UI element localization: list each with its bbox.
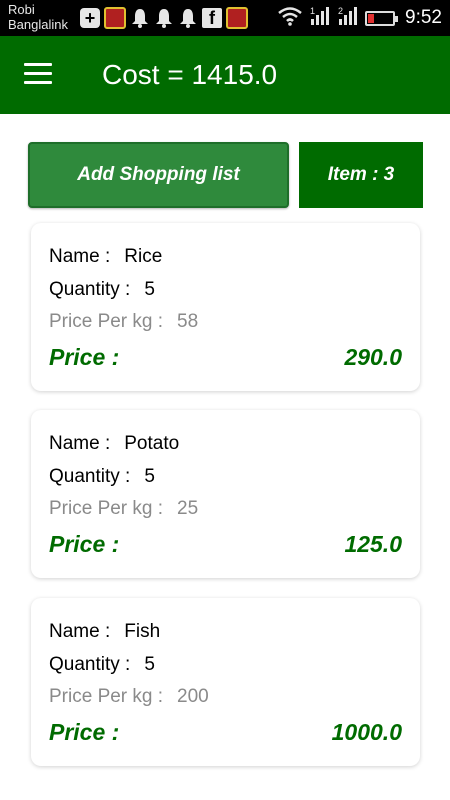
quantity-label: Quantity : xyxy=(49,466,131,487)
item-count-badge: Item : 3 xyxy=(299,142,423,208)
item-quantity: 5 xyxy=(144,279,155,300)
signal-icon: 1 xyxy=(309,5,331,32)
bell-icon xyxy=(154,7,174,29)
signal-icon: 2 xyxy=(337,5,359,32)
name-label: Name : xyxy=(49,621,111,642)
quantity-label: Quantity : xyxy=(49,279,131,300)
app-notification-icon xyxy=(226,7,248,29)
bell-icon xyxy=(130,7,150,29)
signal-2-label: 2 xyxy=(338,6,343,16)
page-title: Cost = 1415.0 xyxy=(102,59,278,90)
quantity-label: Quantity : xyxy=(49,654,131,675)
add-shopping-list-button[interactable]: Add Shopping list xyxy=(28,142,289,208)
menu-button[interactable] xyxy=(24,63,52,85)
price-per-kg-label: Price Per kg : xyxy=(49,311,164,332)
battery-icon xyxy=(365,10,399,26)
price-per-kg-label: Price Per kg : xyxy=(49,686,164,707)
status-bar: Robi Banglalink + f 1 2 9:52 xyxy=(0,0,450,36)
item-price: 1000.0 xyxy=(331,719,402,745)
system-status-icons: 1 2 9:52 xyxy=(277,4,442,32)
app-notification-icon xyxy=(104,7,126,29)
price-label: Price : xyxy=(49,719,120,745)
notification-icons: + f xyxy=(80,6,248,30)
carrier-label: Robi Banglalink xyxy=(8,2,68,32)
list-item[interactable]: Name : Fish Quantity : 5 Price Per kg : 200… xyxy=(31,598,420,766)
app-bar: Cost = 1415.0 xyxy=(0,36,450,114)
item-quantity: 5 xyxy=(144,654,155,675)
list-item[interactable]: Name : Potato Quantity : 5 Price Per kg : 2… xyxy=(31,410,420,578)
bell-icon xyxy=(178,7,198,29)
signal-1-label: 1 xyxy=(310,6,315,16)
item-price: 125.0 xyxy=(344,531,402,557)
price-per-kg-label: Price Per kg : xyxy=(49,498,164,519)
carrier-line-2: Banglalink xyxy=(8,17,68,32)
item-price-per-kg: 200 xyxy=(177,686,209,707)
item-quantity: 5 xyxy=(144,466,155,487)
item-name: Fish xyxy=(124,621,161,642)
item-price-per-kg: 58 xyxy=(177,311,199,332)
item-price: 290.0 xyxy=(344,344,402,370)
list-item[interactable]: Name : Rice Quantity :5 Price Per kg :58 … xyxy=(31,223,420,391)
item-name: Potato xyxy=(124,433,180,454)
name-label: Name : xyxy=(49,246,111,267)
item-name: Rice xyxy=(124,246,163,267)
price-label: Price : xyxy=(49,344,120,370)
menu-icon xyxy=(24,63,52,66)
carrier-line-1: Robi xyxy=(8,2,35,17)
plus-notification-icon: + xyxy=(80,8,100,28)
clock: 9:52 xyxy=(405,7,442,28)
price-label: Price : xyxy=(49,531,120,557)
name-label: Name : xyxy=(49,433,111,454)
item-price-per-kg: 25 xyxy=(177,498,199,519)
facebook-icon: f xyxy=(202,8,222,28)
wifi-icon xyxy=(277,6,303,31)
